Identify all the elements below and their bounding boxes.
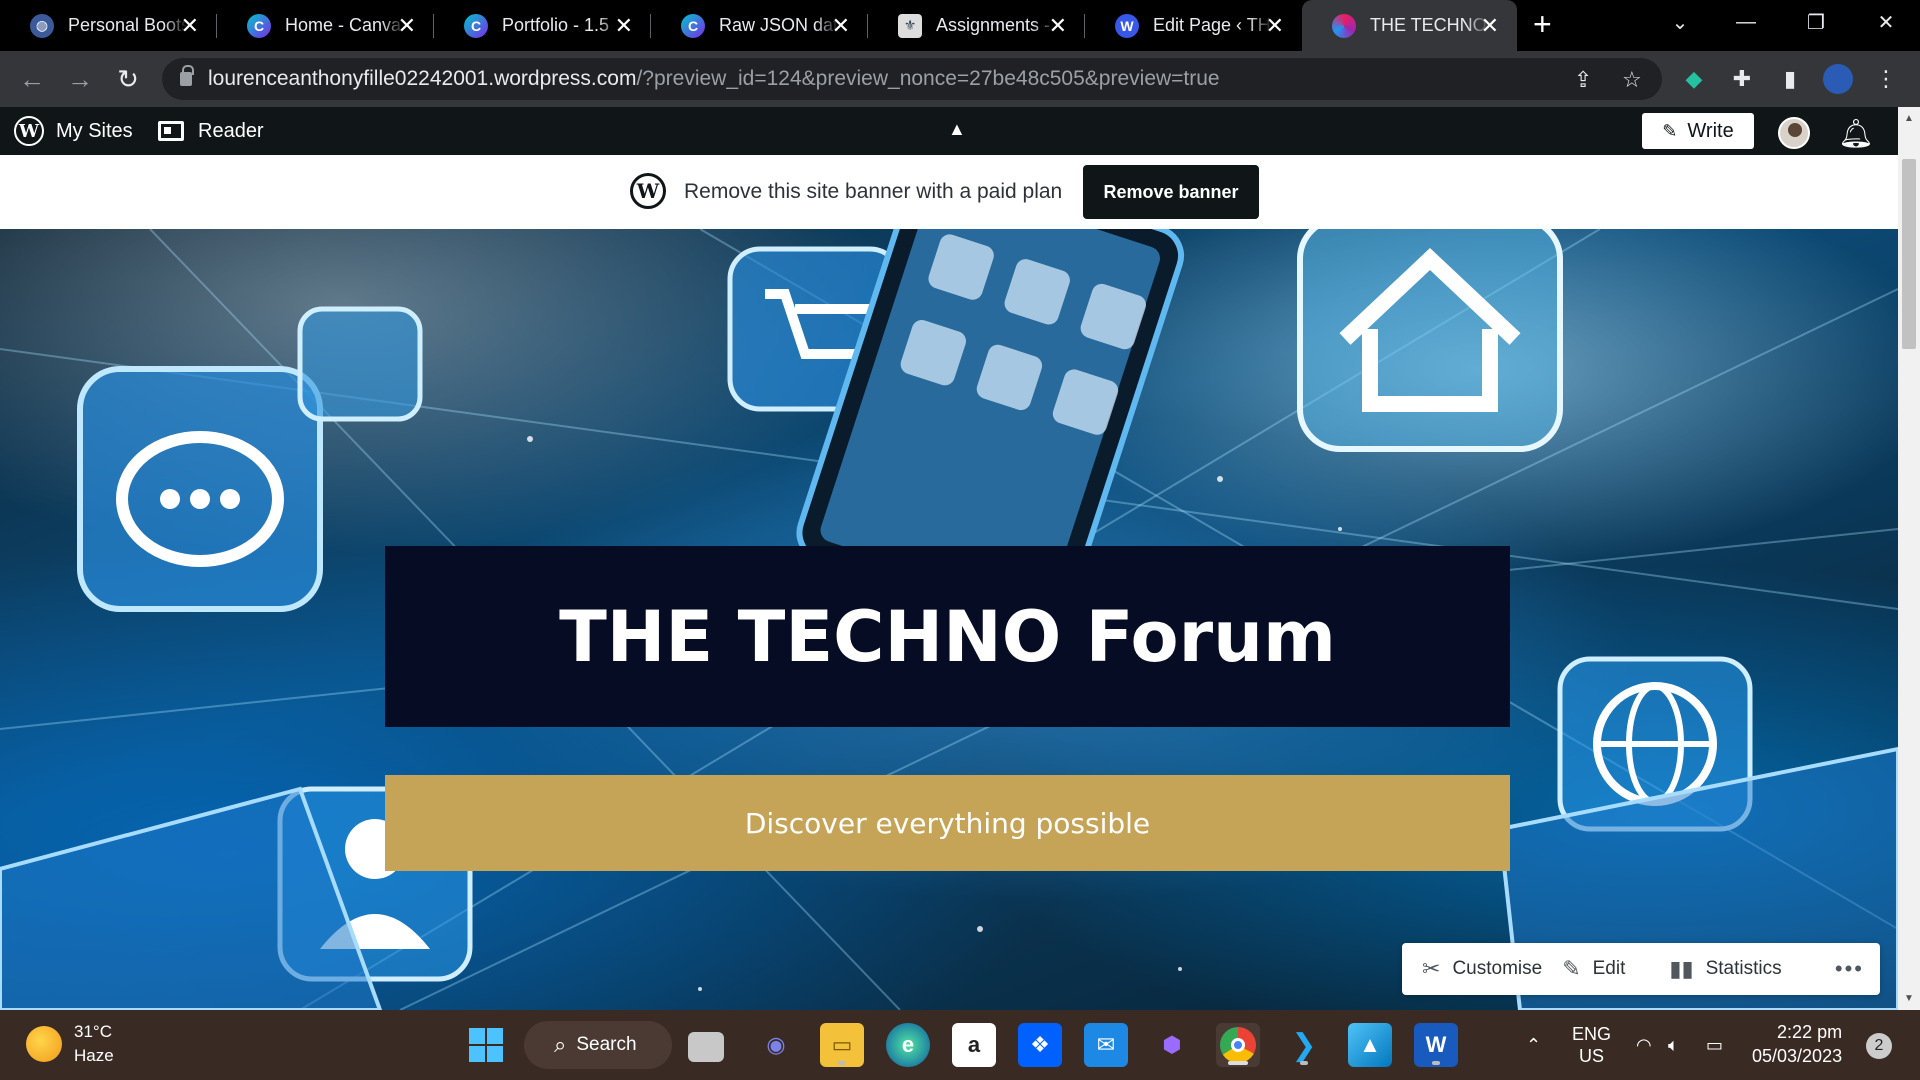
file-explorer-icon[interactable]: ▭ <box>820 1023 864 1067</box>
site-icon <box>1332 13 1356 38</box>
address-bar[interactable]: lourenceanthonyfille02242001.wordpress.c… <box>162 58 1662 100</box>
share-icon[interactable]: ⇪ <box>1574 67 1592 93</box>
browser-toolbar: ← → ↻ lourenceanthonyfille02242001.wordp… <box>0 51 1920 107</box>
customise-button[interactable]: ✂ Customise <box>1422 956 1542 982</box>
tab-assignments[interactable]: ⚜ Assignments - ✕ <box>868 0 1085 51</box>
canva-icon: C <box>247 13 271 38</box>
close-tab-icon[interactable]: ✕ <box>615 13 633 39</box>
close-tab-icon[interactable]: ✕ <box>1049 13 1067 39</box>
vscode-icon[interactable]: ❯ <box>1282 1023 1326 1067</box>
collapse-arrow-icon[interactable]: ▲ <box>948 119 966 140</box>
reader-icon <box>158 121 184 141</box>
wp-admin-bar: W My Sites Reader ▲ ✎ Write 🔔︎ <box>0 107 1898 155</box>
tab-portfolio[interactable]: C Portfolio - 1.5 ✕ <box>434 0 651 51</box>
statistics-button[interactable]: ▮▮ Statistics <box>1669 956 1781 982</box>
scroll-thumb[interactable] <box>1902 159 1916 349</box>
dropbox-icon[interactable]: ❖ <box>1018 1023 1062 1067</box>
forward-icon[interactable]: → <box>62 61 98 97</box>
canva-icon: C <box>464 13 488 38</box>
mail-icon[interactable]: ✉ <box>1084 1023 1128 1067</box>
volume-icon[interactable]: 🔈︎ <box>1668 1010 1679 1080</box>
reader-menu[interactable]: Reader <box>158 107 264 155</box>
haze-sun-icon <box>26 1026 62 1062</box>
tab-edit-page[interactable]: W Edit Page ‹ THE ✕ <box>1085 0 1302 51</box>
tab-techno-forum[interactable]: THE TECHNO F ✕ <box>1302 0 1517 51</box>
avatar[interactable] <box>1778 117 1810 149</box>
tab-home-canva[interactable]: C Home - Canva ✕ <box>217 0 434 51</box>
close-tab-icon[interactable]: ✕ <box>181 13 199 39</box>
lock-icon[interactable] <box>180 65 194 86</box>
search-icon: ⌕ <box>554 1032 567 1057</box>
notification-count-badge[interactable]: 2 <box>1866 1033 1892 1059</box>
site-title-box: THE TECHNO Forum <box>385 546 1510 727</box>
remove-banner-button[interactable]: Remove banner <box>1083 165 1259 219</box>
wordpress-icon: W <box>1115 13 1139 38</box>
tab-search-icon[interactable]: ⌄ <box>1650 0 1710 44</box>
pencil-icon: ✎ <box>1562 956 1581 981</box>
banner-text: Remove this site banner with a paid plan <box>684 180 1063 203</box>
write-button[interactable]: ✎ Write <box>1642 113 1754 149</box>
reload-icon[interactable]: ↻ <box>110 61 146 97</box>
minimize-icon[interactable]: — <box>1716 0 1776 44</box>
url-text[interactable]: lourenceanthonyfille02242001.wordpress.c… <box>208 67 1220 91</box>
tab-personal-boots[interactable]: ◍ Personal Boots ✕ <box>0 0 217 51</box>
clock[interactable]: 2:22 pm 05/03/2023 <box>1752 1020 1842 1068</box>
extension-shield-icon[interactable]: ◆ <box>1676 61 1712 97</box>
chrome-icon[interactable] <box>1216 1023 1260 1067</box>
bookmark-star-icon[interactable]: ☆ <box>1622 67 1642 93</box>
tab-raw-json[interactable]: C Raw JSON data ✕ <box>651 0 868 51</box>
tab-strip: ◍ Personal Boots ✕ C Home - Canva ✕ C Po… <box>0 0 1920 51</box>
canva-icon: C <box>681 13 705 38</box>
weather-widget[interactable]: 31°C Haze <box>26 1020 114 1068</box>
bar-chart-icon: ▮▮ <box>1669 956 1694 981</box>
wifi-icon[interactable]: ◠ <box>1636 1010 1652 1080</box>
close-window-icon[interactable]: ✕ <box>1856 0 1916 44</box>
scroll-down-icon[interactable]: ▼ <box>1904 993 1914 1004</box>
site-banner: W Remove this site banner with a paid pl… <box>0 155 1898 229</box>
task-view-icon[interactable] <box>688 1032 724 1062</box>
new-tab-icon[interactable]: + <box>1533 6 1552 43</box>
back-icon[interactable]: ← <box>14 61 50 97</box>
notifications-bell-icon[interactable]: 🔔︎ <box>1838 117 1874 150</box>
close-tab-icon[interactable]: ✕ <box>398 13 416 39</box>
globe-icon: ◍ <box>30 13 54 38</box>
pen-icon: ✎ <box>1662 120 1678 141</box>
close-tab-icon[interactable]: ✕ <box>832 13 850 39</box>
side-panel-icon[interactable]: ▮ <box>1772 61 1808 97</box>
teams-chat-icon[interactable]: ◉ <box>754 1023 798 1067</box>
hero-cover: THE TECHNO Forum Discover everything pos… <box>0 229 1898 1010</box>
wordpress-icon: W <box>630 173 666 209</box>
copilot-icon[interactable]: ⬢ <box>1150 1023 1194 1067</box>
site-action-bar: ✂ Customise ✎ Edit ▮▮ Statistics ••• <box>1402 943 1880 995</box>
scroll-up-icon[interactable]: ▲ <box>1904 113 1914 124</box>
windows-taskbar: 31°C Haze ⌕ Search ◉ ▭ e a ❖ ✉ ⬢ ❯ ▲ W ⌃… <box>0 1010 1920 1080</box>
close-tab-icon[interactable]: ✕ <box>1266 13 1284 39</box>
restore-icon[interactable]: ❐ <box>1786 0 1846 44</box>
wordpress-icon: W <box>14 116 44 146</box>
extensions-puzzle-icon[interactable]: ✚ <box>1724 61 1760 97</box>
my-sites-menu[interactable]: W My Sites <box>14 107 133 155</box>
site-tagline: Discover everything possible <box>385 775 1510 871</box>
page-scrollbar[interactable]: ▲ ▼ <box>1898 107 1920 1010</box>
browser-menu-icon[interactable]: ⋮ <box>1868 61 1904 97</box>
tools-icon: ✂ <box>1422 956 1441 981</box>
show-hidden-icons-icon[interactable]: ⌃ <box>1526 1010 1541 1080</box>
amazon-icon[interactable]: a <box>952 1023 996 1067</box>
taskbar-search[interactable]: ⌕ Search <box>524 1021 672 1069</box>
more-options-icon[interactable]: ••• <box>1835 956 1864 982</box>
site-title: THE TECHNO Forum <box>559 595 1336 678</box>
word-icon[interactable]: W <box>1414 1023 1458 1067</box>
edit-button[interactable]: ✎ Edit <box>1562 956 1625 982</box>
language-indicator[interactable]: ENG US <box>1572 1010 1611 1080</box>
school-icon: ⚜ <box>898 13 922 38</box>
windows-start-icon[interactable] <box>464 1023 508 1067</box>
edge-icon[interactable]: e <box>886 1023 930 1067</box>
battery-icon[interactable]: ▭ <box>1706 1010 1723 1080</box>
close-tab-icon[interactable]: ✕ <box>1481 13 1499 39</box>
profile-icon[interactable] <box>1820 61 1856 97</box>
photos-icon[interactable]: ▲ <box>1348 1023 1392 1067</box>
